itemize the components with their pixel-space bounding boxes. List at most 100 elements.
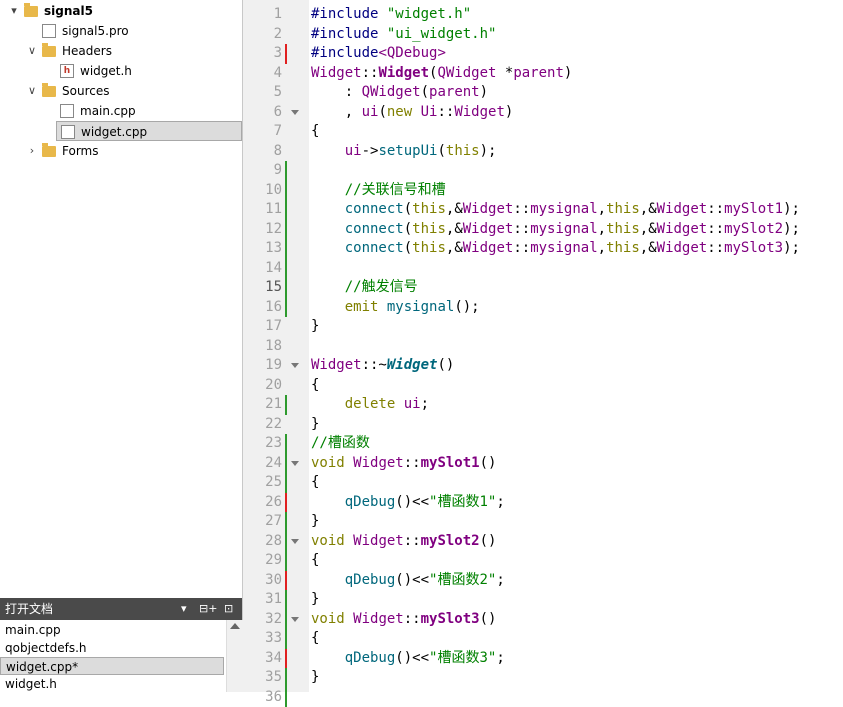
- code-token: connect: [345, 221, 404, 237]
- code-token: emit: [345, 299, 379, 315]
- code-line[interactable]: 35}: [243, 668, 843, 688]
- code-token: ;: [496, 572, 504, 588]
- code-line[interactable]: 9: [243, 161, 843, 181]
- code-token: ::~: [362, 357, 387, 373]
- code-line[interactable]: 36: [243, 688, 843, 707]
- code-token: Widget: [353, 455, 404, 471]
- code-line[interactable]: 30 qDebug()<<"槽函数2";: [243, 571, 843, 591]
- code-line[interactable]: 21 delete ui;: [243, 395, 843, 415]
- code-token: mySlot2: [724, 221, 783, 237]
- line-number: 25: [243, 473, 282, 493]
- code-line[interactable]: 1#include "widget.h": [243, 5, 843, 25]
- code-token: mysignal: [530, 201, 597, 217]
- expand-arrow-icon[interactable]: ▾: [8, 1, 20, 21]
- open-documents-scrollbar[interactable]: [226, 620, 243, 692]
- open-document-item[interactable]: widget.h: [0, 675, 224, 693]
- close-panel-icon[interactable]: ⊡: [224, 598, 233, 620]
- open-document-item[interactable]: widget.cpp*: [0, 657, 224, 675]
- code-line[interactable]: 22}: [243, 415, 843, 435]
- code-line[interactable]: 13 connect(this,&Widget::mysignal,this,&…: [243, 239, 843, 259]
- tree-item-sources[interactable]: ∨ Sources: [0, 81, 242, 101]
- code-token: [311, 143, 345, 159]
- tree-item-main-cpp[interactable]: main.cpp: [0, 101, 242, 121]
- code-line[interactable]: 27}: [243, 512, 843, 532]
- code-line[interactable]: 26 qDebug()<<"槽函数1";: [243, 493, 843, 513]
- code-line[interactable]: 7{: [243, 122, 843, 142]
- code-token: Widget: [353, 611, 404, 627]
- code-line[interactable]: 11 connect(this,&Widget::mysignal,this,&…: [243, 200, 843, 220]
- expand-arrow-icon[interactable]: ∨: [26, 41, 38, 61]
- code-token: ::: [707, 201, 724, 217]
- fold-arrow-icon[interactable]: [291, 461, 299, 466]
- tree-item-headers[interactable]: ∨ Headers: [0, 41, 242, 61]
- code-line[interactable]: 34 qDebug()<<"槽函数3";: [243, 649, 843, 669]
- code-token: this: [446, 143, 480, 159]
- code-line[interactable]: 8 ui->setupUi(this);: [243, 142, 843, 162]
- code-text: {: [311, 376, 319, 396]
- code-line[interactable]: 31}: [243, 590, 843, 610]
- tree-item-label: signal5.pro: [62, 21, 129, 41]
- code-token: mySlot1: [724, 201, 783, 217]
- code-line[interactable]: 28void Widget::mySlot2(): [243, 532, 843, 552]
- split-view-icon[interactable]: ⊟+: [199, 598, 217, 620]
- code-line[interactable]: 24void Widget::mySlot1(): [243, 454, 843, 474]
- code-line[interactable]: 33{: [243, 629, 843, 649]
- code-line[interactable]: 23//槽函数: [243, 434, 843, 454]
- code-token: ui: [362, 104, 379, 120]
- tree-item-label: Sources: [62, 81, 109, 101]
- fold-arrow-icon[interactable]: [291, 363, 299, 368]
- code-line[interactable]: 20{: [243, 376, 843, 396]
- fold-arrow-icon[interactable]: [291, 617, 299, 622]
- open-document-item[interactable]: qobjectdefs.h: [0, 639, 224, 657]
- code-line[interactable]: 17}: [243, 317, 843, 337]
- code-line[interactable]: 19Widget::~Widget(): [243, 356, 843, 376]
- code-token: }: [311, 416, 319, 432]
- code-token: void: [311, 455, 345, 471]
- code-token: ): [564, 65, 572, 81]
- tree-item-widget-h[interactable]: hwidget.h: [0, 61, 242, 81]
- added-line-marker: [285, 629, 287, 649]
- line-number: 19: [243, 356, 282, 376]
- code-editor[interactable]: 1#include "widget.h"2#include "ui_widget…: [243, 0, 843, 692]
- project-folder-icon: [24, 6, 38, 17]
- code-text: #include "ui_widget.h": [311, 25, 496, 45]
- tree-item-label: Headers: [62, 41, 112, 61]
- code-text: }: [311, 590, 319, 610]
- code-token: ::: [513, 221, 530, 237]
- tree-item-widget-cpp[interactable]: widget.cpp: [56, 121, 242, 141]
- code-token: #include: [311, 45, 378, 61]
- header-file-icon: h: [60, 64, 74, 78]
- code-token: Widget: [378, 65, 429, 81]
- code-token: {: [311, 377, 319, 393]
- code-token: :: [311, 84, 362, 100]
- code-line[interactable]: 10 //关联信号和槽: [243, 181, 843, 201]
- code-line[interactable]: 29{: [243, 551, 843, 571]
- scroll-up-arrow-icon[interactable]: [230, 623, 240, 629]
- code-line[interactable]: 4Widget::Widget(QWidget *parent): [243, 64, 843, 84]
- tree-item-signal5[interactable]: ▾signal5: [0, 1, 242, 21]
- open-document-item[interactable]: main.cpp: [0, 621, 224, 639]
- code-line[interactable]: 15 //触发信号: [243, 278, 843, 298]
- fold-arrow-icon[interactable]: [291, 539, 299, 544]
- code-token: ui: [345, 143, 362, 159]
- code-text: connect(this,&Widget::mysignal,this,&Wid…: [311, 200, 800, 220]
- tree-item-forms[interactable]: ›Forms: [0, 141, 242, 161]
- code-line[interactable]: 25{: [243, 473, 843, 493]
- code-token: Widget: [311, 65, 362, 81]
- code-line[interactable]: 12 connect(this,&Widget::mysignal,this,&…: [243, 220, 843, 240]
- code-line[interactable]: 32void Widget::mySlot3(): [243, 610, 843, 630]
- code-line[interactable]: 6 , ui(new Ui::Widget): [243, 103, 843, 123]
- code-token: (): [480, 611, 497, 627]
- code-line[interactable]: 5 : QWidget(parent): [243, 83, 843, 103]
- code-token: ,&: [640, 240, 657, 256]
- code-line[interactable]: 3#include<QDebug>: [243, 44, 843, 64]
- code-line[interactable]: 16 emit mysignal();: [243, 298, 843, 318]
- expand-arrow-icon[interactable]: ›: [26, 141, 38, 161]
- tree-item-signal5-pro[interactable]: signal5.pro: [0, 21, 242, 41]
- code-line[interactable]: 14: [243, 259, 843, 279]
- code-line[interactable]: 2#include "ui_widget.h": [243, 25, 843, 45]
- code-line[interactable]: 18: [243, 337, 843, 357]
- dropdown-arrow-icon[interactable]: ▾: [181, 598, 187, 620]
- fold-arrow-icon[interactable]: [291, 110, 299, 115]
- expand-arrow-icon[interactable]: ∨: [26, 81, 38, 101]
